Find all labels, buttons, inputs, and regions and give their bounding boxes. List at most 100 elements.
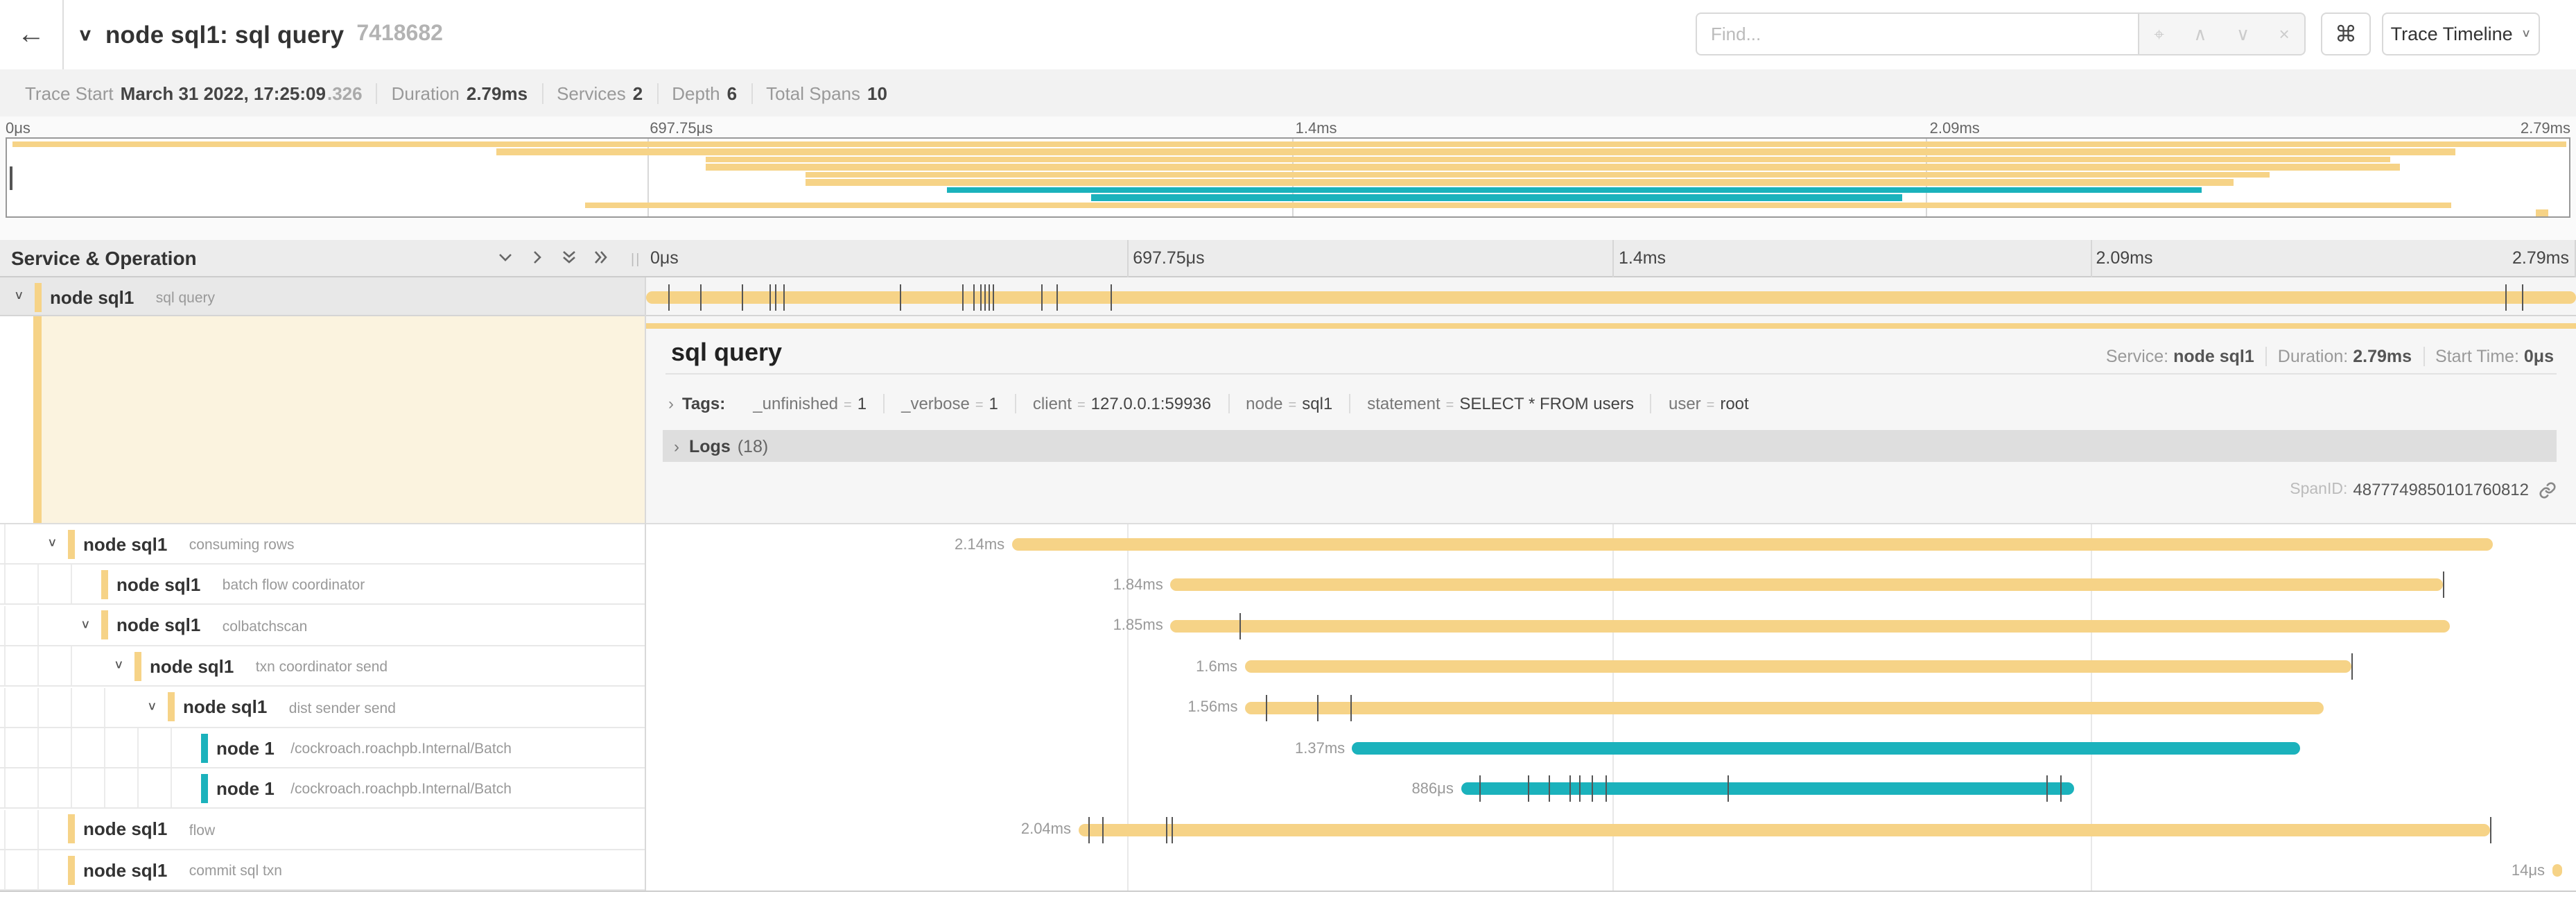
logs-row[interactable]: › Logs (18)	[663, 430, 2557, 462]
indent-guide	[4, 606, 6, 645]
span-tree-row[interactable]: node 1/cockroach.roachpb.Internal/Batch	[0, 728, 645, 768]
prev-result-icon[interactable]: ∧	[2193, 23, 2207, 45]
span-bar[interactable]	[1245, 660, 2352, 673]
operation-name: commit sql txn	[189, 863, 282, 879]
span-bar[interactable]	[1461, 783, 2073, 796]
indent-guide	[171, 728, 172, 767]
span-bar[interactable]	[2552, 864, 2562, 877]
tag-chip: _unfinished=1	[736, 394, 885, 413]
minimap-span-bar	[584, 202, 2452, 208]
back-arrow-icon: ←	[17, 19, 45, 51]
timeline-column-header: Service & Operation || 0μs697.75μs1.4ms2…	[0, 240, 2576, 277]
log-marker-tick	[1102, 817, 1104, 843]
find-input[interactable]	[1697, 24, 2138, 44]
log-marker-tick	[2046, 776, 2048, 802]
service-name: node sql1	[83, 819, 167, 840]
match-case-icon[interactable]: ⌖	[2154, 23, 2164, 45]
command-icon: ⌘	[2335, 20, 2357, 48]
span-bar[interactable]	[1079, 824, 2490, 836]
summary-item: Duration2.79ms	[378, 83, 543, 103]
span-bar[interactable]	[1170, 620, 2450, 633]
indent-guide	[137, 728, 139, 767]
span-id-value: 4877749850101760812	[2353, 480, 2529, 499]
log-marker-tick	[993, 284, 994, 310]
log-marker-tick	[973, 284, 975, 310]
panel-resize-grip[interactable]: ||	[631, 252, 641, 268]
timeline-minimap[interactable]	[6, 137, 2570, 218]
log-marker-tick	[1318, 694, 1319, 721]
timeline-axis-tick: 2.09ms	[2096, 248, 2153, 268]
service-operation-header: Service & Operation	[11, 247, 197, 269]
copy-link-icon[interactable]	[2539, 481, 2557, 499]
span-duration-label: 14μs	[2512, 862, 2545, 879]
span-bar[interactable]	[1170, 579, 2443, 592]
span-tree-row[interactable]: ∨node sql1consuming rows	[0, 524, 645, 565]
tags-label: Tags:	[682, 394, 725, 413]
span-bar[interactable]	[646, 291, 2576, 303]
minimap-drag-handle[interactable]	[10, 166, 12, 190]
next-result-icon[interactable]: ∨	[2236, 23, 2249, 45]
span-detail-panel: sql query Service: node sql1 Duration: 2…	[646, 316, 2576, 524]
summary-item: Trace StartMarch 31 2022, 17:25:09.326	[11, 83, 378, 103]
tag-chip: node=sql1	[1229, 394, 1350, 413]
indent-guide	[137, 769, 139, 808]
span-bar[interactable]	[1245, 701, 2324, 714]
log-marker-tick	[783, 284, 785, 310]
summary-item: Services2	[543, 83, 658, 103]
log-marker-tick	[989, 284, 991, 310]
service-name: node sql1	[83, 859, 167, 880]
indent-guide	[37, 687, 39, 726]
collapse-one-icon[interactable]	[496, 248, 514, 266]
span-tree-row[interactable]: node sql1 commit sql txn	[0, 850, 645, 891]
operation-name: sql query	[156, 290, 215, 307]
span-tree-row[interactable]: ∨node sql1txn coordinator send	[0, 646, 645, 687]
back-button[interactable]: ←	[0, 0, 64, 69]
span-tree-row[interactable]: ∨node sql1colbatchscan	[0, 606, 645, 646]
clear-search-icon[interactable]: ×	[2279, 24, 2289, 44]
indent-guide	[4, 565, 6, 604]
row-collapse-chevron-icon[interactable]: ∨	[147, 700, 157, 713]
span-tree-row[interactable]: ∨node sql1dist sender send	[0, 687, 645, 728]
service-color-bar	[201, 733, 208, 762]
span-tree-row-root[interactable]: ∨node sql1sql query	[0, 277, 645, 316]
minimap-span-bar	[12, 141, 2566, 147]
span-tree-row[interactable]: node sql1batch flow coordinator	[0, 565, 645, 605]
overview-axis-tick: 697.75μs	[650, 121, 713, 137]
trace-timeline-app: ← ∨ node sql1: sql query 7418682 ⌖ ∧ ∨ ×…	[0, 0, 2576, 903]
collapse-all-icon[interactable]	[560, 248, 578, 266]
trace-view-selector[interactable]: Trace Timeline ∨	[2382, 12, 2540, 55]
log-marker-tick	[1057, 284, 1059, 310]
expand-one-icon[interactable]	[528, 248, 546, 266]
log-marker-tick	[770, 284, 772, 310]
expand-all-icon[interactable]	[592, 248, 610, 266]
log-marker-tick	[1591, 776, 1592, 802]
service-color-bar	[68, 815, 75, 844]
overview-axis-tick: 1.4ms	[1296, 121, 1337, 137]
span-tree-row[interactable]: node 1/cockroach.roachpb.Internal/Batch	[0, 769, 645, 809]
collapse-trace-chevron-icon[interactable]: ∨	[78, 25, 93, 45]
span-bar[interactable]	[1012, 538, 2492, 551]
operation-name: /cockroach.roachpb.Internal/Batch	[290, 741, 512, 757]
log-marker-tick	[2489, 817, 2491, 843]
tags-row[interactable]: › Tags: _unfinished=1_verbose=1client=12…	[665, 386, 1766, 422]
indent-guide	[37, 850, 39, 889]
timeline-axis-tick: 2.79ms	[2512, 248, 2569, 268]
row-collapse-chevron-icon[interactable]: ∨	[14, 290, 24, 303]
find-box[interactable]	[1696, 12, 2139, 55]
tags-expand-chevron-icon[interactable]: ›	[668, 394, 674, 413]
span-bar[interactable]	[1352, 742, 2300, 755]
log-marker-tick	[1579, 776, 1581, 802]
span-bar-row-root[interactable]	[646, 277, 2576, 316]
keyboard-shortcuts-button[interactable]: ⌘	[2321, 12, 2371, 55]
indent-guide	[71, 565, 72, 604]
minimap-span-bar	[947, 187, 2201, 193]
logs-expand-chevron-icon[interactable]: ›	[674, 436, 679, 456]
minimap-span-bar	[497, 148, 2456, 155]
span-tree-row[interactable]: node sql1flow	[0, 810, 645, 850]
row-collapse-chevron-icon[interactable]: ∨	[47, 537, 58, 550]
service-name: node sql1	[183, 696, 267, 717]
row-collapse-chevron-icon[interactable]: ∨	[114, 659, 124, 672]
column-header-separator	[2091, 240, 2092, 277]
row-collapse-chevron-icon[interactable]: ∨	[80, 618, 91, 631]
indent-guide	[37, 810, 39, 849]
